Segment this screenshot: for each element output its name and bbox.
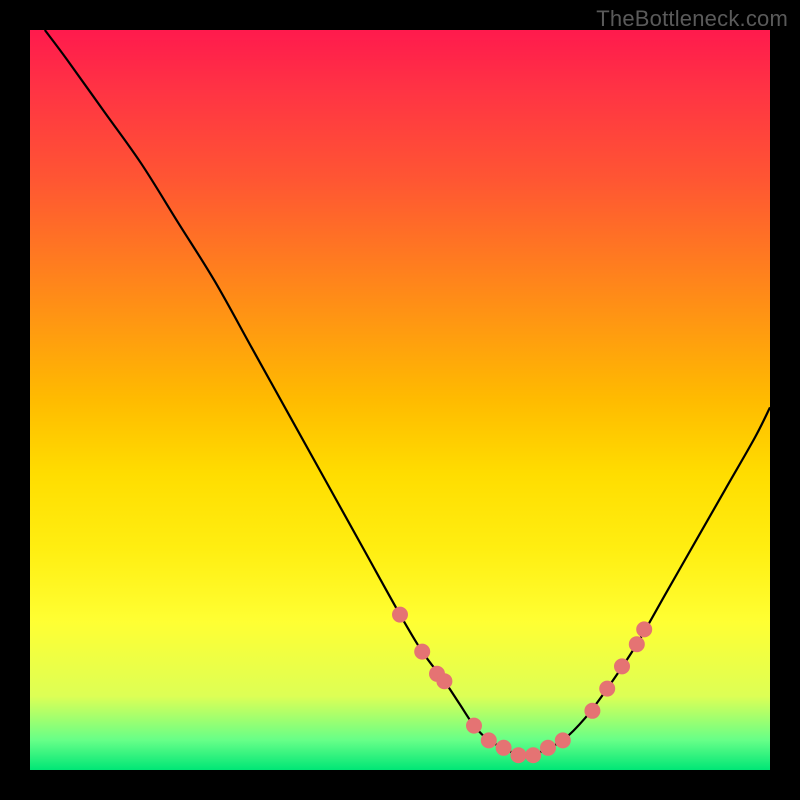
highlight-dot [430,666,445,681]
highlight-dot [629,637,644,652]
highlight-dot [585,703,600,718]
highlight-dot [511,748,526,763]
highlight-dot [615,659,630,674]
highlight-dot [600,681,615,696]
highlight-dot [437,674,452,689]
highlight-dot [481,733,496,748]
watermark-label: TheBottleneck.com [596,6,788,32]
highlight-dot [415,644,430,659]
highlight-dot [496,740,511,755]
bottleneck-curve [30,30,770,770]
highlight-dot [541,740,556,755]
highlight-dot [637,622,652,637]
highlight-dot [555,733,570,748]
highlight-dot [393,607,408,622]
highlight-dot [467,718,482,733]
highlight-dot [526,748,541,763]
bottleneck-chart [30,30,770,770]
